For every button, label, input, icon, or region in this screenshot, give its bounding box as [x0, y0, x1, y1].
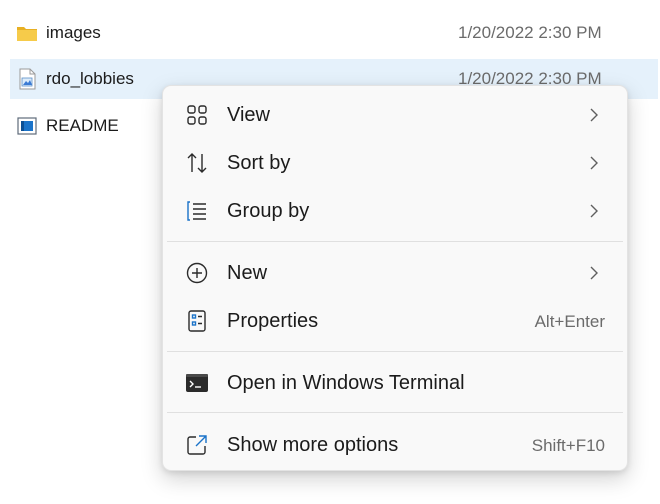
menu-item-properties[interactable]: Properties Alt+Enter [169, 299, 621, 343]
folder-icon [16, 22, 38, 44]
image-file-icon [16, 68, 38, 90]
menu-item-group-by[interactable]: Group by [169, 189, 621, 233]
menu-item-label: Sort by [227, 152, 291, 174]
menu-item-label: New [227, 262, 268, 284]
document-file-icon [16, 115, 38, 137]
menu-item-new[interactable]: New [169, 251, 621, 295]
menu-item-open-terminal[interactable]: Open in Windows Terminal [169, 361, 621, 405]
chevron-right-icon [587, 106, 601, 124]
file-name: README [46, 116, 119, 135]
menu-item-show-more-options[interactable]: Show more options Shift+F10 [169, 423, 621, 467]
plus-circle-icon [185, 261, 209, 285]
open-external-icon [185, 433, 209, 457]
properties-icon [185, 309, 209, 333]
menu-item-label: Properties [227, 310, 319, 332]
file-date: 1/20/2022 2:30 PM [458, 23, 602, 42]
menu-separator [167, 412, 623, 413]
group-list-icon [185, 199, 209, 223]
shortcut-label: Shift+F10 [531, 436, 605, 455]
chevron-right-icon [587, 202, 601, 220]
menu-item-view[interactable]: View [169, 93, 621, 137]
sort-arrows-icon [185, 151, 209, 175]
menu-item-label: Group by [227, 200, 310, 222]
file-row-images[interactable]: images 1/20/2022 2:30 PM [10, 13, 658, 53]
view-grid-icon [185, 103, 209, 127]
shortcut-label: Alt+Enter [534, 312, 605, 331]
menu-separator [167, 241, 623, 242]
file-name: images [46, 23, 101, 42]
menu-item-label: Show more options [227, 434, 399, 456]
menu-separator [167, 351, 623, 352]
context-menu: View Sort by Group by New Properties Alt… [162, 85, 628, 471]
terminal-icon [185, 371, 209, 395]
menu-item-sort-by[interactable]: Sort by [169, 141, 621, 185]
menu-item-label: View [227, 104, 270, 126]
menu-item-label: Open in Windows Terminal [227, 372, 465, 394]
chevron-right-icon [587, 264, 601, 282]
chevron-right-icon [587, 154, 601, 172]
file-name: rdo_lobbies [46, 69, 134, 88]
